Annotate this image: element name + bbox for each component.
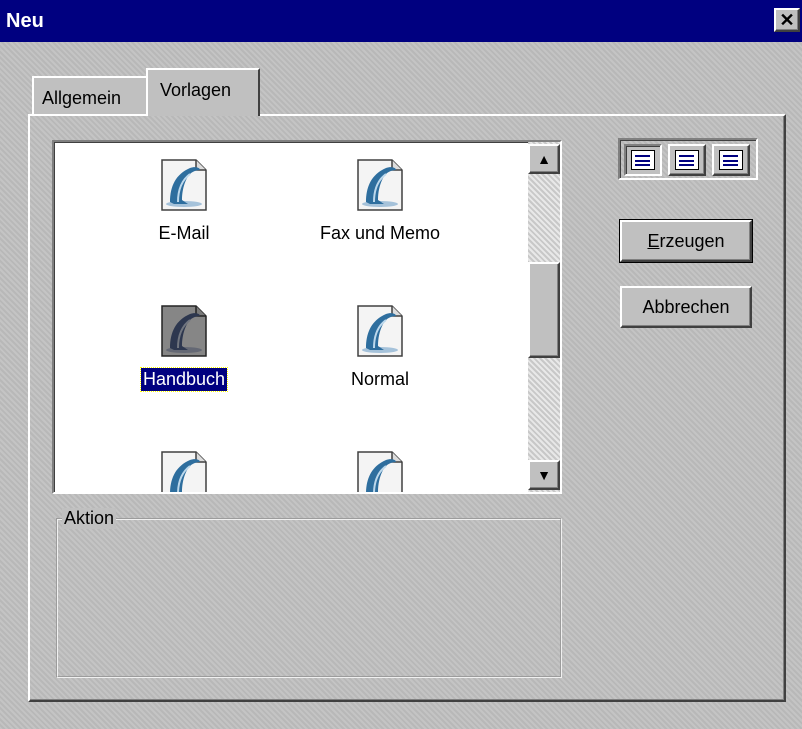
- tab-vorlagen-label: Vorlagen: [160, 80, 232, 100]
- tab-panel: [28, 114, 786, 702]
- window-title: Neu: [6, 10, 44, 32]
- title-bar[interactable]: Neu ✕: [0, 0, 802, 42]
- close-icon: ✕: [779, 9, 795, 30]
- tab-allgemein-label: Allgemein: [42, 88, 122, 108]
- tab-allgemein[interactable]: Allgemein: [32, 76, 148, 114]
- close-button[interactable]: ✕: [774, 8, 800, 32]
- new-document-dialog: Neu ✕ Allgemein Vorlagen E-Mail Fax und …: [0, 0, 802, 729]
- tab-vorlagen[interactable]: Vorlagen: [146, 68, 260, 116]
